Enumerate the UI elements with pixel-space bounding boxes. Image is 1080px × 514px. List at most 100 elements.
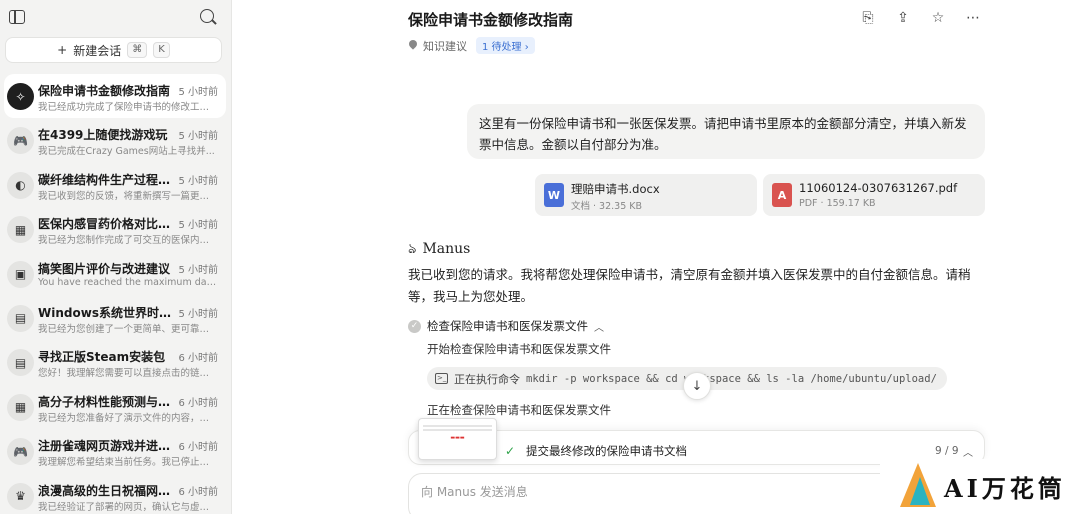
share-icon[interactable]: ⇪ xyxy=(894,9,912,27)
plus-icon: + xyxy=(57,43,68,57)
check-icon: ✓ xyxy=(408,319,421,333)
progress-text: 提交最终修改的保险申请书文档 xyxy=(526,444,687,458)
chat-preview: 我已经成功完成了保险申请书的修改工作... xyxy=(38,102,218,113)
chat-icon: ♛ xyxy=(7,482,34,510)
scroll-down-button[interactable]: ↓ xyxy=(683,372,711,400)
pending-badge[interactable]: 1 待处理 › xyxy=(476,37,535,54)
chat-preview: 我理解您希望结束当前任务。我已停止查... xyxy=(38,457,218,469)
chat-icon: ▣ xyxy=(7,260,34,288)
watermark-logo-accent xyxy=(910,477,930,505)
attachment-pdf[interactable]: A 11060124-0307631267.pdf PDF · 159.17 K… xyxy=(763,174,985,216)
chat-preview: 我已经为您准备好了演示文件的内容，但... xyxy=(38,412,218,424)
command-code: mkdir -p workspace && cd workspace && ls… xyxy=(526,372,937,385)
chat-icon: ▦ xyxy=(7,393,34,421)
chat-title: 医保内感冒药价格对比图... xyxy=(38,217,176,232)
header-actions: ⎘ ⇪ ☆ ⋯ xyxy=(859,9,982,27)
chat-preview: 我已收到您的反馈，将重新撰写一篇更具... xyxy=(38,190,218,202)
step-header[interactable]: ✓ 检查保险申请书和医保发票文件 ︿ xyxy=(408,318,604,334)
attachment-docx[interactable]: W 理赔申请书.docx 文档 · 32.35 KB xyxy=(535,174,757,216)
agent-message: 我已收到您的请求。我将帮您处理保险申请书，清空原有金额并填入医保发票中的自付金额… xyxy=(408,267,971,304)
shortcut-cmd: ⌘ xyxy=(127,42,148,58)
chat-title: 保险申请书金额修改指南 xyxy=(38,84,171,98)
step-subtext-2: 正在检查保险申请书和医保发票文件 xyxy=(427,403,611,417)
shortcut-key: K xyxy=(153,42,170,58)
search-icon[interactable] xyxy=(200,9,214,23)
chat-time: 5 小时前 xyxy=(178,131,218,143)
chat-icon: ▦ xyxy=(7,216,34,244)
sidebar: + 新建会话 ⌘ K ✧ 保险申请书金额修改指南 5 小时前 我已经成功完成了保险申请… xyxy=(0,0,232,514)
word-doc-icon: W xyxy=(544,183,564,207)
pdf-icon: A xyxy=(772,183,792,207)
chat-time: 6 小时前 xyxy=(178,486,218,498)
chat-list-item[interactable]: ▤ Windows系统世界时钟程...5 小时前我已经为您创建了一个更简单、更可靠… xyxy=(4,296,226,340)
chat-time: 6 小时前 xyxy=(178,397,218,409)
pending-label: 1 待处理 xyxy=(482,42,522,53)
chat-list-item[interactable]: 🎮 注册雀魂网页游戏并进行... 6 小时前我理解您希望结束当前任务。我已停止查..… xyxy=(4,429,226,473)
step-title: 检查保险申请书和医保发票文件 xyxy=(427,319,588,333)
chat-title: 在4399上随便找游戏玩 xyxy=(38,128,168,143)
attachment-name: 理赔申请书.docx xyxy=(571,182,660,196)
chevron-up-icon[interactable]: ︿ xyxy=(594,319,604,334)
user-message: 这里有一份保险申请书和一张医保发票。请把申请书里原本的金额部分清空，并填入新发票… xyxy=(467,104,985,159)
page-title: 保险申请书金额修改指南 xyxy=(408,11,574,29)
sidebar-header xyxy=(0,0,231,36)
terminal-icon: >_ xyxy=(435,373,448,384)
watermark: AI万花筒 xyxy=(880,459,1080,514)
chat-time: 5 小时前 xyxy=(178,264,218,276)
chat-list-item[interactable]: ▣ 搞笑图片评价与改进建议 5 小时前 You have reached the ma… xyxy=(4,252,226,296)
chat-list-item[interactable]: 🎮 在4399上随便找游戏玩 5 小时前我已完成在Crazy Games网站上寻找并… xyxy=(4,118,226,162)
chat-preview: 我已完成在Crazy Games网站上寻找并... xyxy=(38,146,215,158)
file-icon[interactable]: ⎘ xyxy=(859,9,877,27)
chat-title: 注册雀魂网页游戏并进行... xyxy=(38,439,176,454)
chat-title: 高分子材料性能预测与仿... xyxy=(38,394,176,409)
chat-preview: 我已经为您创建了一个更简单、更可靠的... xyxy=(38,323,218,335)
chat-icon: ✧ xyxy=(7,83,34,110)
arrow-down-icon: ↓ xyxy=(691,378,703,394)
chat-title: 寻找正版Steam安装包 xyxy=(38,350,166,365)
attachment-meta: 文档 · 32.35 KB xyxy=(571,201,643,212)
message-input[interactable] xyxy=(421,485,821,499)
thumbnail-preview: ▬▬▬ xyxy=(450,435,465,441)
chat-list-item[interactable]: ▤ 寻找正版Steam安装包 6 小时前您好！我理解您需要可以直接点击的链接... xyxy=(4,340,226,384)
new-chat-button[interactable]: + 新建会话 ⌘ K xyxy=(5,37,222,63)
star-icon[interactable]: ☆ xyxy=(929,9,947,27)
chat-time: 6 小时前 xyxy=(178,442,218,454)
subtitle-row: 知识建议 1 待处理 › xyxy=(408,37,535,54)
chat-title: 搞笑图片评价与改进建议 xyxy=(38,261,171,276)
chat-title: Windows系统世界时钟程... xyxy=(38,305,176,320)
chat-list-item[interactable]: ◐ 碳纤维结构件生产过程与... 5 小时前我已收到您的反馈，将重新撰写一篇更具..… xyxy=(4,163,226,207)
chat-list: ✧ 保险申请书金额修改指南 5 小时前 我已经成功完成了保险申请书的修改工作... 🎮 在… xyxy=(0,74,231,514)
new-chat-label: 新建会话 xyxy=(73,43,122,58)
chat-list-item[interactable]: ♛ 浪漫高级的生日祝福网页... 6 小时前 我已经验证了部署的网页，确认它与虚拟..… xyxy=(4,474,226,514)
attachment-name: 11060124-0307631267.pdf xyxy=(799,181,958,195)
done-check-icon: ✓ xyxy=(505,444,516,458)
chat-icon: ▤ xyxy=(7,349,34,377)
chat-time: 5 小时前 xyxy=(178,87,218,98)
agent-header: ঌ Manus xyxy=(408,237,470,261)
chat-preview: 我已经验证了部署的网页，确认它与虚拟... xyxy=(38,501,218,513)
chat-title: 碳纤维结构件生产过程与... xyxy=(38,172,176,187)
chat-preview: 您好！我理解您需要可以直接点击的链接... xyxy=(38,368,218,380)
chat-time: 5 小时前 xyxy=(178,308,218,320)
chat-icon: 🎮 xyxy=(7,127,34,155)
chevron-up-icon[interactable]: ︿ xyxy=(963,444,973,459)
main-panel: 保险申请书金额修改指南 知识建议 1 待处理 › ⎘ ⇪ ☆ ⋯ 这里有一份保险… xyxy=(232,0,1080,514)
command-label: 正在执行命令 xyxy=(454,372,520,386)
chat-time: 6 小时前 xyxy=(178,353,218,365)
chat-list-item[interactable]: ▦ 医保内感冒药价格对比图... 5 小时前 我已经为您制作完成了可交互的医保内常..… xyxy=(4,207,226,251)
chat-time: 5 小时前 xyxy=(178,175,218,187)
chat-list-item[interactable]: ▦ 高分子材料性能预测与仿... 6 小时前我已经为您准备好了演示文件的内容，但..… xyxy=(4,385,226,429)
document-thumbnail[interactable]: ▬▬▬ xyxy=(418,418,497,460)
chat-list-item[interactable]: ✧ 保险申请书金额修改指南 5 小时前我已经成功完成了保险申请书的修改工作... xyxy=(4,74,226,119)
attachment-meta: PDF · 159.17 KB xyxy=(799,198,876,209)
agent-name: Manus xyxy=(422,241,471,257)
step-subtext: 开始检查保险申请书和医保发票文件 xyxy=(427,342,611,356)
chat-icon: ◐ xyxy=(7,171,34,199)
more-icon[interactable]: ⋯ xyxy=(964,9,982,27)
chat-icon: 🎮 xyxy=(7,438,34,466)
progress-count: 9 / 9 xyxy=(935,445,959,457)
knowledge-icon xyxy=(408,40,418,52)
watermark-text: AI万花筒 xyxy=(944,474,1066,503)
knowledge-tag[interactable]: 知识建议 xyxy=(423,38,467,54)
sidebar-toggle-icon[interactable] xyxy=(9,10,25,24)
